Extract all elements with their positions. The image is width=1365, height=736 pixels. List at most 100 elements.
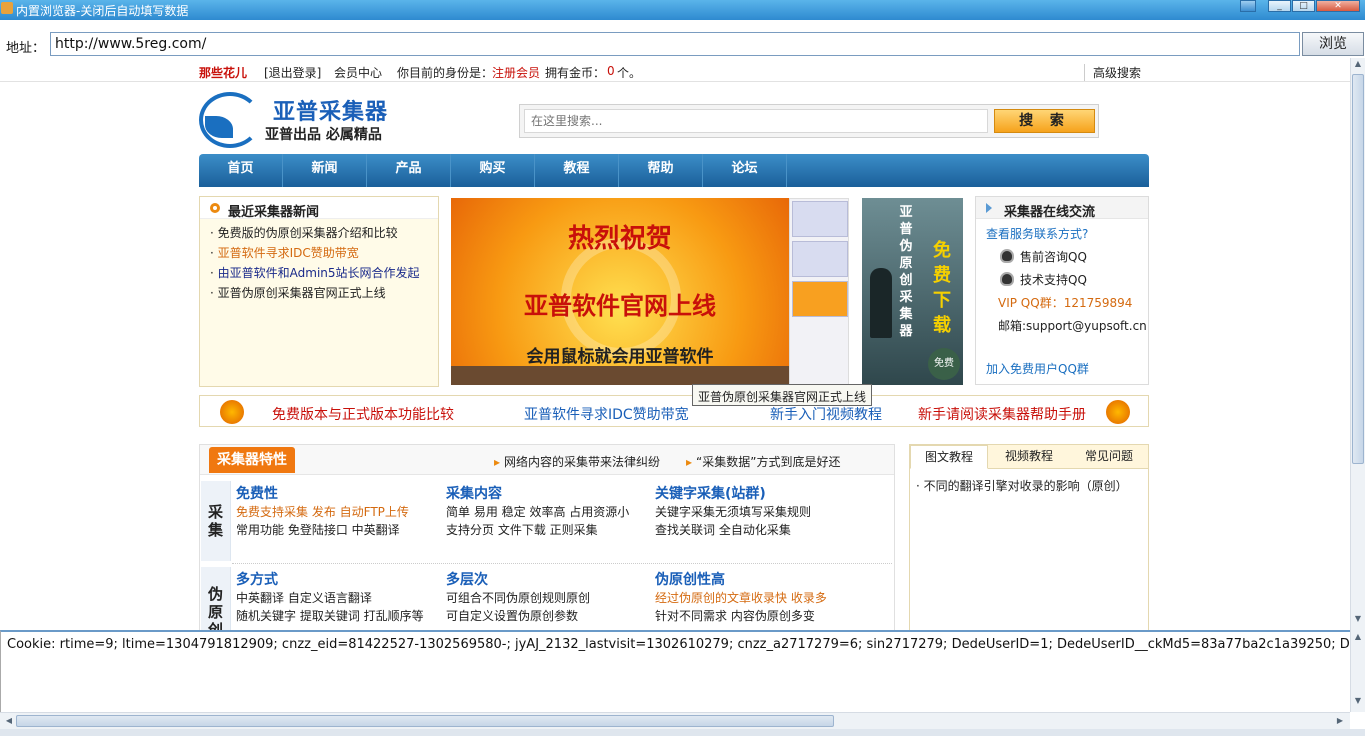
cookie-panel[interactable]: Cookie: rtime=9; ltime=1304791812909; cn…	[0, 630, 1350, 712]
banner-thumbnails	[789, 198, 849, 385]
window-titlebar: 内置浏览器-关闭后自动填写数据 _ □ ✕	[0, 0, 1365, 20]
tutorial-tabs: 图文教程 视频教程 常见问题	[910, 445, 1148, 469]
tab-image-tutorials[interactable]: 图文教程	[910, 445, 988, 469]
promo-badge: 免费	[928, 348, 960, 380]
feature-line: 针对不同需求 内容伪原创多变	[655, 609, 815, 623]
banner-thumbnail[interactable]	[792, 281, 848, 317]
feature-line: 简单 易用 稳定 效率高 占用资源小	[446, 505, 630, 519]
qq-penguin-icon	[1000, 272, 1014, 286]
logo-slogan: 亚普出品 必属精品	[265, 127, 382, 143]
news-heading: 最近采集器新闻	[228, 205, 320, 220]
feature-line: 关键字采集无须填写采集规则	[655, 505, 812, 519]
launch-banner[interactable]: 热烈祝贺 亚普软件官网上线 会用鼠标就会用亚普软件	[451, 198, 789, 385]
cookie-horizontal-scrollbar[interactable]: ◀ ▶	[0, 712, 1350, 729]
nav-home[interactable]: 首页	[199, 154, 283, 187]
online-heading: 采集器在线交流	[1004, 205, 1096, 220]
nav-help[interactable]: 帮助	[619, 154, 703, 187]
search-button[interactable]: 搜 索	[994, 109, 1095, 133]
feature-line: 查找关联词 全自动化采集	[655, 523, 791, 537]
ticker-link[interactable]: 亚普软件寻求IDC赞助带宽	[524, 404, 689, 424]
banner-thumbnail[interactable]	[792, 241, 848, 277]
minimize-button[interactable]: _	[1268, 0, 1291, 12]
feature-title[interactable]: 多方式	[236, 571, 424, 589]
identity-label: 你目前的身份是：	[397, 66, 494, 80]
browse-button[interactable]: 浏览	[1302, 32, 1364, 56]
banner-line3: 会用鼠标就会用亚普软件	[526, 347, 714, 367]
main-nav: 首页 新闻 产品 购买 教程 帮助 论坛	[199, 154, 1149, 187]
feature-headline[interactable]: ▸ 网络内容的采集带来法律纠纷	[494, 453, 660, 470]
feature-title[interactable]: 关键字采集(站群)	[655, 485, 811, 503]
feature-line: 可自定义设置伪原创参数	[446, 609, 579, 623]
contact-link[interactable]: 查看服务联系方式?	[986, 225, 1088, 242]
cookie-text[interactable]: Cookie: rtime=9; ltime=1304791812909; cn…	[7, 637, 1350, 652]
feature-title[interactable]: 免费性	[236, 485, 409, 503]
news-item[interactable]: · 免费版的伪原创采集器介绍和比较	[210, 224, 398, 241]
ticker-link[interactable]: 新手入门视频教程	[770, 404, 882, 424]
search-input[interactable]	[524, 109, 988, 133]
address-input[interactable]: http://www.5reg.com/	[50, 32, 1300, 56]
feature-column: 伪原创性高 经过伪原创的文章收录快 收录多 针对不同需求 内容伪原创多变	[655, 571, 827, 625]
tutorial-panel: 图文教程 视频教程 常见问题 · 不同的翻译引擎对收录的影响（原创）	[909, 444, 1149, 630]
cookie-vertical-scrollbar[interactable]: ▲ ▼	[1350, 630, 1365, 712]
support-qq-link[interactable]: 技术支持QQ	[1020, 271, 1087, 288]
feature-column: 采集内容 简单 易用 稳定 效率高 占用资源小 支持分页 文件下载 正则采集	[446, 485, 629, 539]
feature-title[interactable]: 采集内容	[446, 485, 629, 503]
scroll-left-icon[interactable]: ◀	[2, 714, 16, 728]
feature-title[interactable]: 多层次	[446, 571, 590, 589]
nav-news[interactable]: 新闻	[283, 154, 367, 187]
features-tag: 采集器特性	[209, 447, 295, 473]
feature-line: 常用功能 免登陆接口 中英翻译	[236, 523, 400, 537]
tab-video-tutorials[interactable]: 视频教程	[990, 445, 1068, 469]
window-title: 内置浏览器-关闭后自动填写数据	[16, 4, 189, 18]
feature-line: 经过伪原创的文章收录快 收录多	[655, 591, 827, 605]
logout-link[interactable]: [退出登录]	[264, 64, 321, 81]
news-item[interactable]: · 亚普软件寻求IDC赞助带宽	[210, 244, 359, 261]
promo-vertical-title: 亚普伪原创采集器	[899, 205, 913, 339]
scroll-right-icon[interactable]: ▶	[1333, 714, 1347, 728]
scrollbar-thumb[interactable]	[1352, 74, 1364, 464]
vip-qq-group: VIP QQ群：121759894	[998, 296, 1133, 310]
address-label: 地址：	[6, 41, 46, 56]
scroll-up-icon[interactable]: ▲	[1352, 632, 1364, 641]
nav-tutorials[interactable]: 教程	[535, 154, 619, 187]
download-promo[interactable]: 亚普伪原创采集器 免费下载 免费	[862, 198, 963, 385]
feature-line: 可组合不同伪原创规则原创	[446, 591, 591, 605]
features-panel: 采集器特性 ▸ 网络内容的采集带来法律纠纷 ▸ “采集数据”方式到底是好还 采集 免…	[199, 444, 895, 630]
site-logo[interactable]: 亚普采集器 亚普出品 必属精品	[199, 88, 409, 150]
ticker-link[interactable]: 新手请阅读采集器帮助手册	[918, 404, 1086, 424]
scroll-up-icon[interactable]: ▲	[1352, 59, 1364, 72]
tab-faq[interactable]: 常见问题	[1070, 445, 1148, 469]
page-viewport: 那些花儿 [退出登录] 会员中心 你目前的身份是： 注册会员 拥有金币： 0 个…	[0, 58, 1350, 630]
scrollbar-thumb[interactable]	[16, 715, 834, 727]
news-header: 最近采集器新闻	[200, 197, 438, 220]
tutorial-item[interactable]: · 不同的翻译引擎对收录的影响（原创）	[916, 477, 1128, 494]
tiger-mascot-icon	[220, 400, 244, 424]
pin-icon[interactable]	[1240, 0, 1256, 12]
join-qq-group-link[interactable]: 加入免费用户QQ群	[986, 360, 1089, 377]
news-item[interactable]: · 由亚普软件和Admin5站长网合作发起	[210, 264, 420, 281]
feature-line: 中英翻译 自定义语言翻译	[236, 591, 372, 605]
scroll-down-icon[interactable]: ▼	[1352, 696, 1364, 705]
nav-buy[interactable]: 购买	[451, 154, 535, 187]
identity-value: 注册会员	[492, 66, 541, 80]
maximize-button[interactable]: □	[1292, 0, 1315, 12]
bullet-circle-icon	[210, 203, 220, 213]
presale-qq-link[interactable]: 售前咨询QQ	[1020, 248, 1087, 265]
scroll-down-icon[interactable]: ▼	[1352, 614, 1364, 627]
banner-thumbnail[interactable]	[792, 201, 848, 237]
feature-headline[interactable]: ▸ “采集数据”方式到底是好还	[686, 453, 840, 470]
page-vertical-scrollbar[interactable]: ▲ ▼	[1350, 58, 1365, 630]
news-item[interactable]: · 亚普伪原创采集器官网正式上线	[210, 284, 386, 301]
member-center-link[interactable]: 会员中心	[334, 64, 382, 81]
close-button[interactable]: ✕	[1316, 0, 1360, 12]
advanced-search-link[interactable]: 高级搜索	[1084, 64, 1141, 81]
search-box: 搜 索	[519, 104, 1099, 138]
username-link[interactable]: 那些花儿	[199, 64, 247, 81]
feature-column: 多方式 中英翻译 自定义语言翻译 随机关键字 提取关键词 打乱顺序等	[236, 571, 424, 625]
feature-title[interactable]: 伪原创性高	[655, 571, 827, 589]
ticker-link[interactable]: 免费版本与正式版本功能比较	[272, 404, 454, 424]
nav-products[interactable]: 产品	[367, 154, 451, 187]
address-bar: 地址： http://www.5reg.com/ 浏览	[0, 30, 1365, 58]
nav-forum[interactable]: 论坛	[703, 154, 787, 187]
promo-figure-icon	[870, 268, 892, 338]
